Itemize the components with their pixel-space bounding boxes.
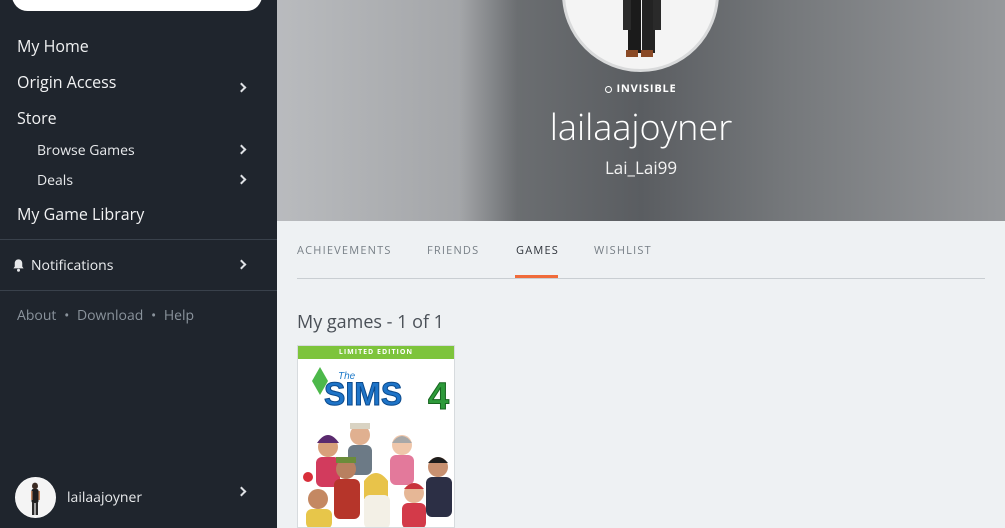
search-input[interactable]	[12, 0, 262, 11]
tab-wishlist[interactable]: WISHLIST	[594, 243, 652, 258]
cover-number: 4	[428, 376, 449, 418]
avatar	[15, 477, 56, 518]
chevron-right-icon[interactable]	[236, 144, 247, 155]
presence-status: INVISIBLE	[277, 81, 1005, 96]
user-profile-row[interactable]: lailaajoyner	[15, 477, 142, 518]
chevron-right-icon[interactable]	[236, 259, 247, 270]
nav-browse-games[interactable]: Browse Games	[37, 141, 135, 160]
chevron-right-icon[interactable]	[236, 486, 247, 497]
user-name: lailaajoyner	[67, 488, 143, 507]
games-count-title: My games - 1 of 1	[297, 310, 444, 334]
separator: •	[64, 306, 70, 325]
tab-friends[interactable]: FRIENDS	[427, 243, 479, 258]
status-label: INVISIBLE	[616, 81, 677, 96]
nav-deals[interactable]: Deals	[37, 171, 73, 190]
nav-origin-access[interactable]: Origin Access	[17, 71, 116, 93]
cover-sims: SIMS	[324, 376, 402, 412]
profile-tabs: ACHIEVEMENTS FRIENDS GAMES WISHLIST	[297, 221, 985, 279]
active-tab-indicator	[515, 275, 558, 278]
nav-my-home[interactable]: My Home	[17, 35, 89, 57]
game-cover-art: The SIMS 4	[298, 359, 454, 527]
profile-username: lailaajoyner	[549, 102, 733, 151]
separator: •	[150, 306, 157, 325]
tab-achievements[interactable]: ACHIEVEMENTS	[297, 243, 392, 258]
edition-banner: LIMITED EDITION	[298, 346, 454, 359]
nav-notifications[interactable]: Notifications	[11, 256, 113, 275]
divider	[0, 239, 277, 240]
user-figure-icon	[15, 477, 56, 518]
help-link[interactable]: Help	[164, 306, 194, 325]
download-link[interactable]: Download	[77, 306, 143, 325]
nav-store[interactable]: Store	[17, 107, 57, 129]
profile-avatar	[562, 0, 719, 72]
sims-figure-icon	[623, 0, 661, 57]
sidebar: My Home Origin Access Store Browse Games…	[0, 0, 277, 528]
notifications-label: Notifications	[31, 256, 114, 275]
status-circle-icon	[605, 85, 613, 93]
profile-origin-id: Lai_Lai99	[604, 156, 678, 179]
chevron-right-icon[interactable]	[236, 82, 247, 93]
bell-icon	[13, 259, 24, 272]
chevron-right-icon[interactable]	[236, 174, 247, 185]
about-link[interactable]: About	[17, 306, 56, 325]
profile-header: INVISIBLE lailaajoyner Lai_Lai99	[277, 0, 1005, 221]
tab-games[interactable]: GAMES	[516, 243, 559, 258]
footer-links: About • Download • Help	[17, 306, 194, 325]
game-tile-sims-4[interactable]: LIMITED EDITION The SIMS 4	[297, 345, 455, 528]
divider	[0, 290, 277, 291]
nav-my-game-library[interactable]: My Game Library	[17, 203, 144, 225]
